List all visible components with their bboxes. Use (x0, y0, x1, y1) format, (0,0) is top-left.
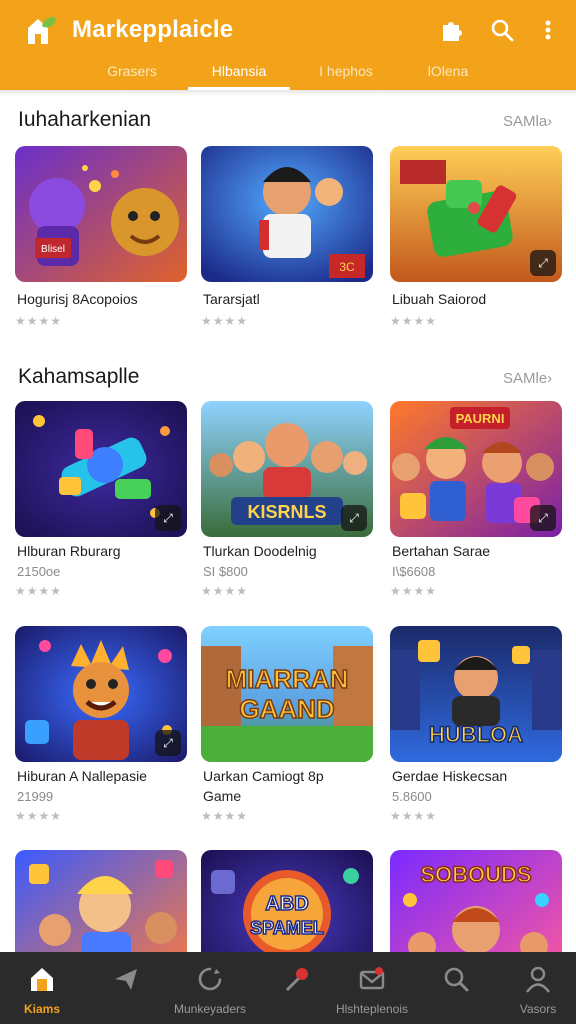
send-icon (111, 964, 141, 994)
thumb-label: SOBOUDS (420, 862, 531, 887)
search-icon (441, 964, 471, 994)
see-all-link[interactable]: SAMla› (503, 113, 552, 130)
rating-stars: ★★★★ (390, 314, 438, 328)
tab-hlbansia[interactable]: Hlbansia (188, 52, 290, 90)
game-name: Tlurkan Doodelnig (203, 543, 317, 559)
game-name: Libuah Saiorod (392, 291, 487, 307)
tab-lolena[interactable]: lOlena (402, 52, 494, 90)
search-icon[interactable] (488, 16, 516, 44)
nav-mail[interactable]: Hlshteplenois (324, 952, 420, 1024)
see-all-link[interactable]: SAMle› (503, 370, 552, 387)
section-title: Iuhaharkenian (18, 108, 152, 131)
tab-hephos[interactable]: I hephos (300, 52, 392, 90)
game-name-line2: Game (203, 788, 242, 804)
nav-profile[interactable]: Vasors (490, 952, 576, 1024)
nav-refresh[interactable]: Munkeyaders (162, 952, 258, 1024)
thumb-label: PAURNI (456, 411, 505, 426)
game-thumbnail: KISRNLS ⤢ (201, 401, 373, 537)
game-thumbnail: ⤢ (15, 401, 187, 537)
mail-icon (357, 964, 387, 994)
more-vert-icon[interactable] (534, 16, 562, 44)
house-leaf-logo[interactable] (24, 14, 58, 46)
thumb-label: 3C (339, 260, 355, 274)
game-name: Hogurisj 8Acopoios (17, 291, 138, 307)
game-thumbnail: ⤢ (390, 146, 562, 282)
thumb-label: MIARRAN (226, 664, 349, 694)
game-name: Tararsjatl (203, 291, 260, 307)
rating-stars: ★★★★ (201, 809, 249, 823)
play-badge-icon: ⤢ (530, 250, 556, 276)
nav-home[interactable]: Kiams (0, 952, 90, 1024)
play-badge-icon: ⤢ (530, 505, 556, 531)
game-name: Hlburan Rburarg (17, 543, 121, 559)
game-thumbnail: ⤢ (15, 626, 187, 762)
appbar-shadow (0, 90, 576, 96)
thumb-label: HUBLOA (429, 722, 523, 747)
puzzle-icon[interactable] (438, 16, 466, 44)
game-price: I\$6608 (392, 564, 436, 579)
game-name: Gerdae Hiskecsan (392, 768, 508, 784)
game-name: Bertahan Sarae (392, 543, 491, 559)
game-thumbnail: MIARRAN GAAND (201, 626, 373, 762)
pin-icon (281, 964, 311, 994)
game-name: Hiburan A Nallepasie (17, 768, 147, 784)
rating-stars: ★★★★ (390, 809, 438, 823)
game-thumbnail: 3C (201, 146, 373, 282)
play-badge-icon: ⤢ (155, 730, 181, 756)
game-thumbnail: Blisel (15, 146, 187, 282)
game-name: Uarkan Camiogt 8p (203, 768, 324, 784)
tab-bar: Grasers Hlbansia I hephos lOlena (0, 52, 576, 90)
game-thumbnail: PAURNI ⤢ (390, 401, 562, 537)
thumb-label: GAAND (239, 694, 334, 724)
refresh-icon (195, 964, 225, 994)
game-price: 2150oe (17, 564, 61, 579)
rating-stars: ★★★★ (15, 584, 63, 598)
game-price: 21999 (17, 789, 54, 804)
game-price: 5.8600 (392, 789, 432, 804)
game-price: SI $800 (203, 564, 248, 579)
rating-stars: ★★★★ (201, 584, 249, 598)
rating-stars: ★★★★ (390, 584, 438, 598)
app-bar: Markepplaicle Grasers Hlbansia I hephos … (0, 0, 576, 90)
bottom-navigation: Kiams Munkeyaders Hlshteplenois Vasors (0, 952, 576, 1024)
game-thumbnail: HUBLOA (390, 626, 562, 762)
thumb-label: ABD (265, 893, 308, 915)
thumb-label: SPAMEL (250, 918, 324, 938)
rating-stars: ★★★★ (15, 809, 63, 823)
person-icon (523, 964, 553, 994)
app-title: Markepplaicle (72, 16, 234, 43)
rating-stars: ★★★★ (15, 314, 63, 328)
tab-grasers[interactable]: Grasers (86, 52, 178, 90)
home-icon (27, 964, 57, 994)
section-title: Kahamsaplle (18, 365, 140, 388)
play-badge-icon: ⤢ (341, 505, 367, 531)
rating-stars: ★★★★ (201, 314, 249, 328)
thumb-label: Blisel (41, 244, 65, 255)
thumb-label: KISRNLS (247, 502, 326, 522)
play-badge-icon: ⤢ (155, 505, 181, 531)
